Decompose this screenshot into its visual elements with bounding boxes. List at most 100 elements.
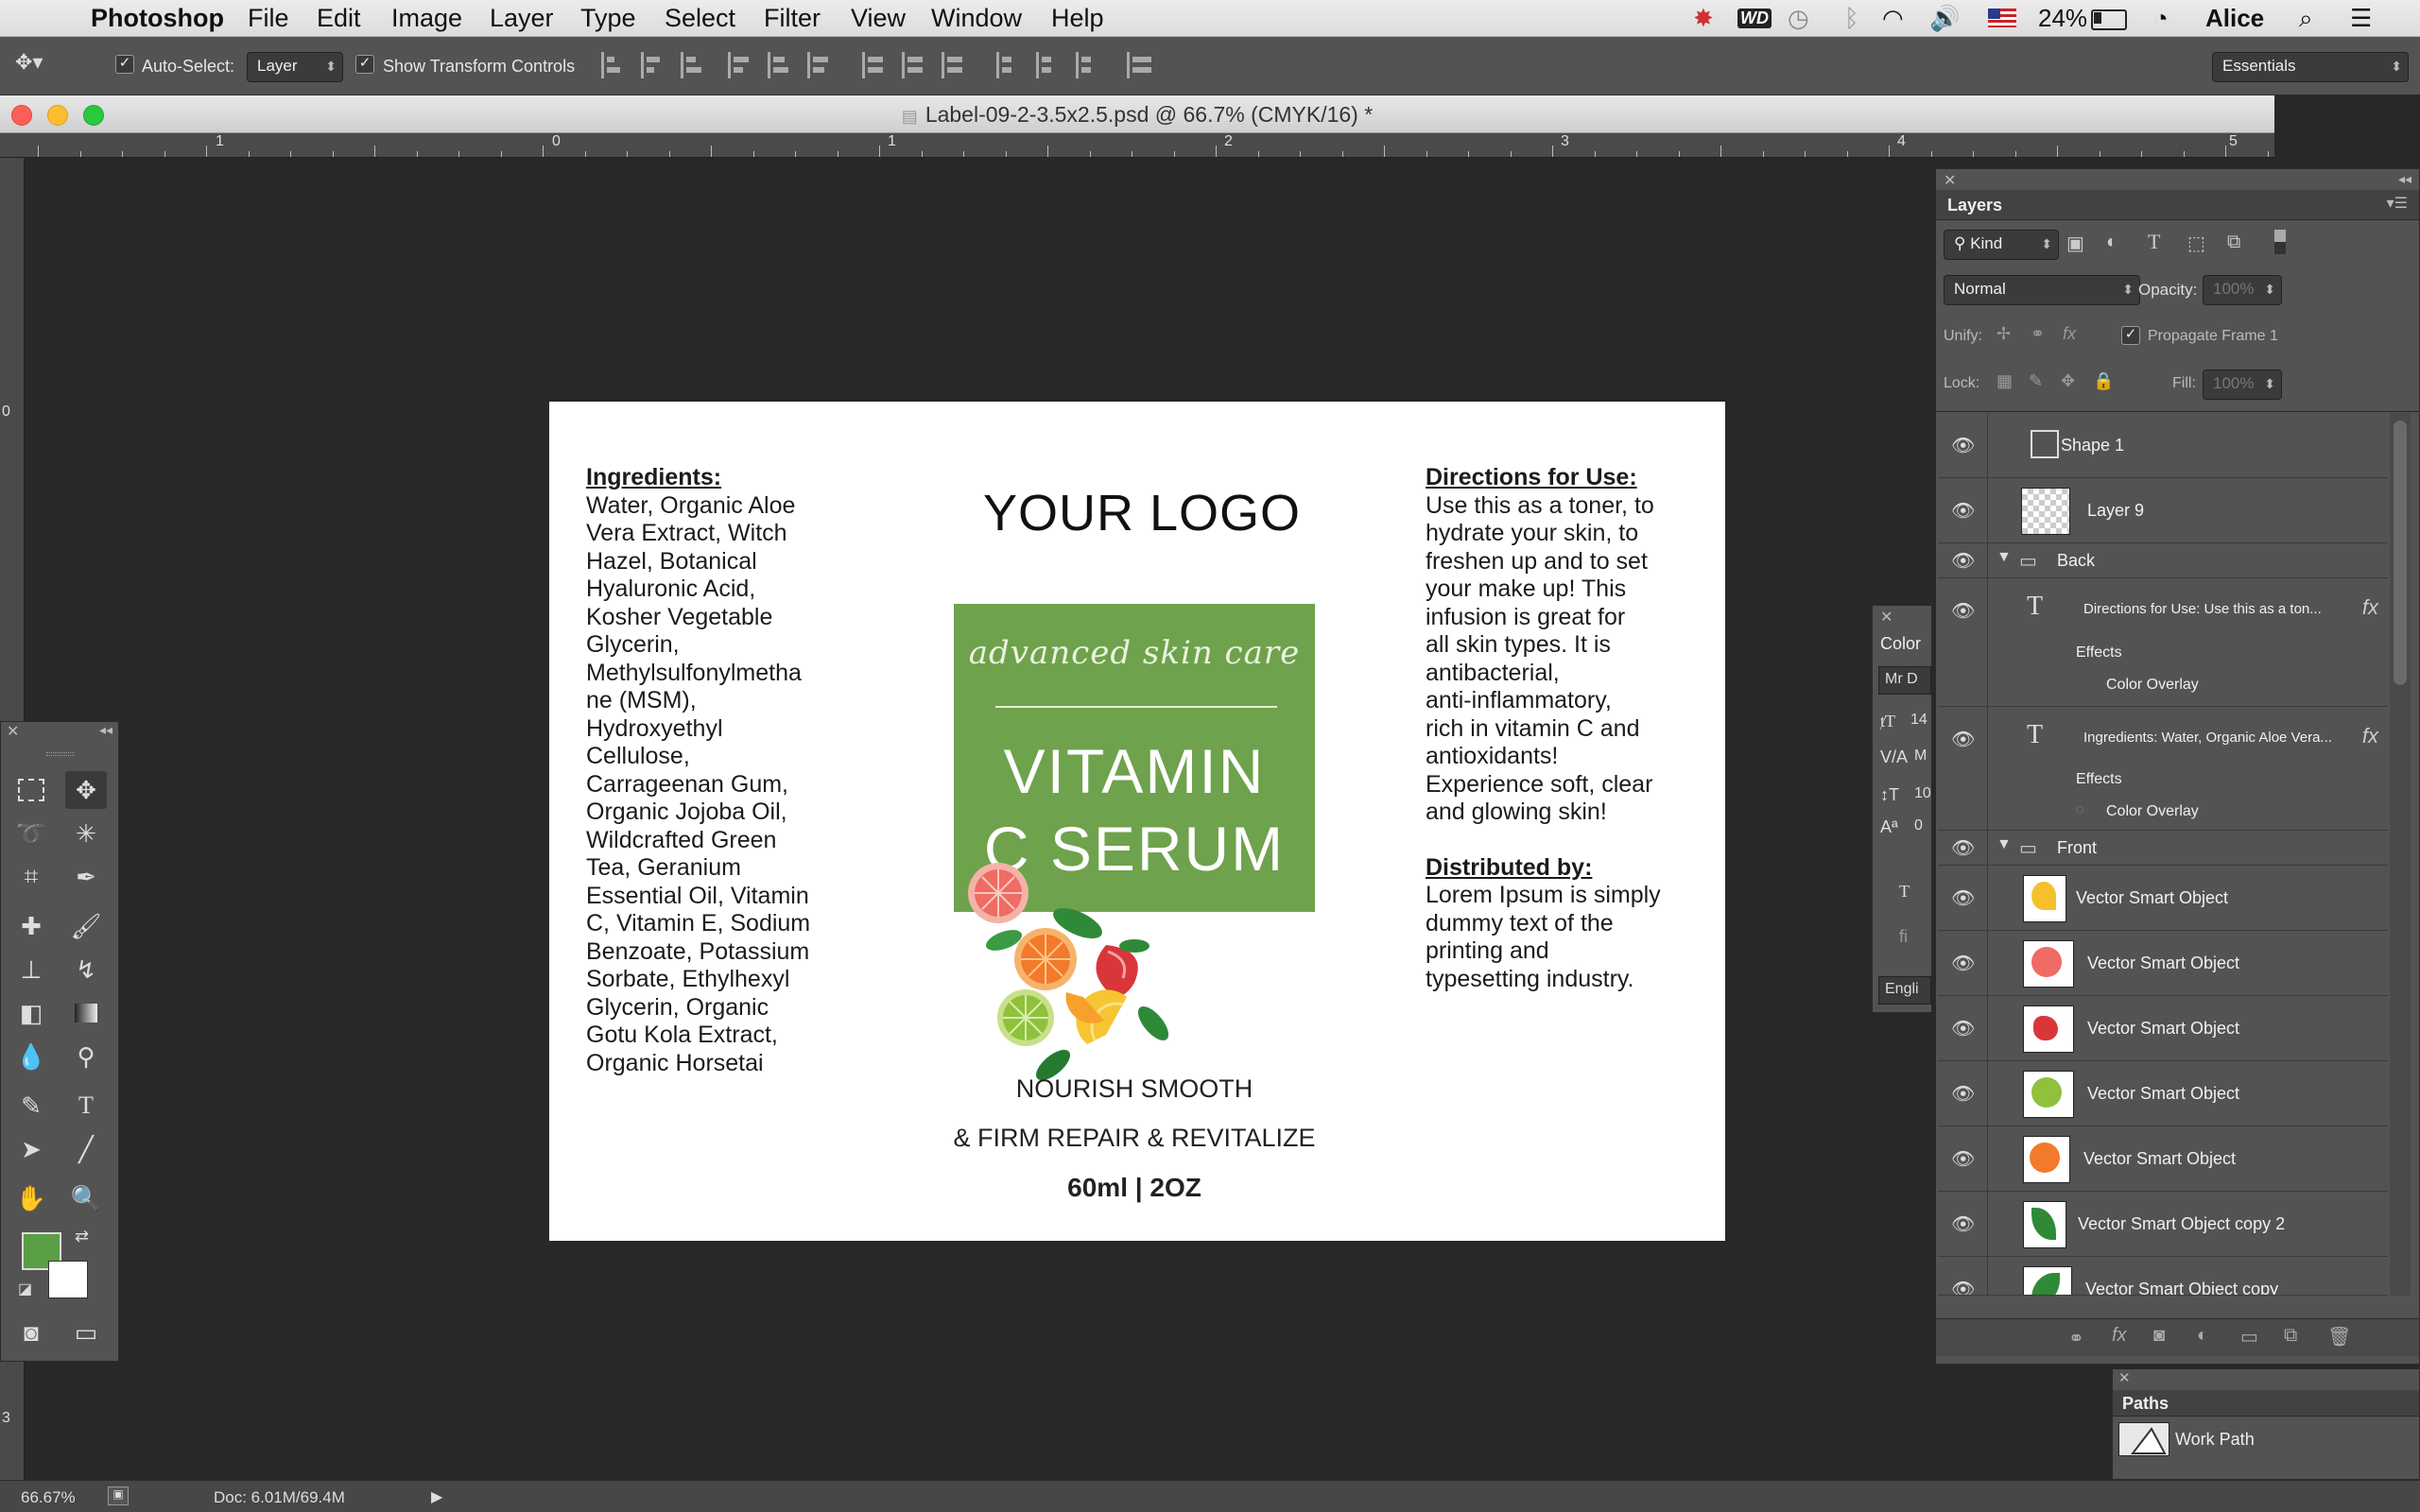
align-right-icon[interactable] <box>807 52 835 78</box>
distribute-right-icon[interactable] <box>1076 52 1103 78</box>
eraser-tool-icon[interactable]: ◧ <box>10 994 52 1032</box>
visibility-eye-icon[interactable]: 👁 <box>1951 1212 1975 1235</box>
menu-window[interactable]: Window <box>931 4 1022 33</box>
notification-center-icon[interactable]: ☰ <box>2350 4 2372 33</box>
layer-row-layer-9[interactable]: 👁 Layer 9 <box>1938 478 2388 543</box>
clock-icon[interactable]: ◔ <box>2153 4 2169 33</box>
filter-toggle-icon[interactable] <box>2274 230 2286 254</box>
propagate-frame-checkbox[interactable]: ✓ <box>2121 326 2140 345</box>
layer-filter-dropdown[interactable]: ⚲ Kind <box>1944 230 2059 260</box>
filter-smart-object-icon[interactable]: ⧉ <box>2227 232 2240 253</box>
paths-tab[interactable]: Paths <box>2122 1394 2169 1414</box>
effect-color-overlay[interactable]: Color Overlay <box>2106 677 2199 694</box>
marquee-tool-icon[interactable] <box>10 771 52 809</box>
layer-row-vector-smart-object-copy[interactable]: 👁 Vector Smart Object copy <box>1938 1257 2388 1296</box>
layer-row-vector-smart-object[interactable]: 👁 Vector Smart Object <box>1938 931 2388 996</box>
visibility-eye-icon[interactable]: 👁 <box>1951 1082 1975 1105</box>
transform-controls-checkbox[interactable]: ✓ <box>355 54 374 75</box>
visibility-eye-icon[interactable]: 👁 <box>1951 728 1975 750</box>
color-panel-tab[interactable]: Color <box>1880 634 1921 654</box>
path-row-work-path[interactable]: Work Path <box>2113 1418 2419 1460</box>
horizontal-ruler[interactable]: 1 0 1 2 3 4 5 <box>0 133 2274 158</box>
visibility-eye-icon[interactable]: 👁 <box>1951 499 1975 522</box>
visibility-eye-icon[interactable]: 👁 <box>1951 836 1975 859</box>
visibility-eye-icon[interactable]: 👁 <box>1951 599 1975 622</box>
ingredients-text[interactable]: Ingredients: Water, Organic Aloe Vera Ext… <box>586 464 810 1077</box>
minimize-window-button[interactable] <box>47 105 68 126</box>
layers-scrollbar[interactable] <box>2390 413 2411 1296</box>
directions-text[interactable]: Directions for Use: Use this as a toner,… <box>1426 464 1661 993</box>
distribute-left-icon[interactable] <box>996 52 1024 78</box>
layer-row-vector-smart-object-copy-2[interactable]: 👁 Vector Smart Object copy 2 <box>1938 1192 2388 1257</box>
ligature-icon[interactable]: fi <box>1899 927 1908 947</box>
crop-tool-icon[interactable]: ⌗ <box>10 858 52 896</box>
font-family-field[interactable]: Mr D <box>1878 666 1931 695</box>
path-selection-tool-icon[interactable]: ➤ <box>10 1130 52 1168</box>
blur-tool-icon[interactable]: 💧 <box>10 1038 52 1075</box>
visibility-eye-icon[interactable]: 👁 <box>1951 1278 1975 1295</box>
default-colors-icon[interactable]: ◪ <box>18 1280 32 1298</box>
menu-layer[interactable]: Layer <box>490 4 554 33</box>
distribute-top-icon[interactable] <box>862 52 890 78</box>
spotlight-search-icon[interactable]: ⌕ <box>2299 4 2313 34</box>
background-color-swatch[interactable] <box>48 1261 88 1298</box>
new-layer-icon[interactable]: ⧉ <box>2284 1325 2297 1347</box>
visibility-eye-icon[interactable]: 👁 <box>1951 886 1975 909</box>
menu-edit[interactable]: Edit <box>317 4 361 33</box>
menu-filter[interactable]: Filter <box>764 4 821 33</box>
layer-row-vector-smart-object[interactable]: 👁 Vector Smart Object <box>1938 996 2388 1061</box>
blend-mode-dropdown[interactable]: Normal <box>1944 275 2140 305</box>
lasso-tool-icon[interactable]: ➰ <box>10 815 52 852</box>
pen-tool-icon[interactable]: ✎ <box>10 1087 52 1125</box>
panel-grip[interactable] <box>46 752 75 756</box>
zoom-tool-icon[interactable]: 🔍 <box>65 1179 107 1217</box>
align-vcenter-icon[interactable] <box>641 52 668 78</box>
magic-wand-tool-icon[interactable]: ✳ <box>65 815 107 852</box>
layers-scrollbar-thumb[interactable] <box>2394 421 2407 685</box>
zoom-level[interactable]: 66.67% <box>21 1488 76 1507</box>
auto-select-checkbox[interactable]: ✓ <box>115 54 134 75</box>
swap-colors-icon[interactable]: ⇄ <box>75 1227 89 1246</box>
menu-type[interactable]: Type <box>580 4 636 33</box>
expand-triangle-icon[interactable]: ▼ <box>1996 836 2012 853</box>
type-tool-icon[interactable]: T <box>65 1087 107 1125</box>
layer-group-front[interactable]: 👁 ▼ ▭ Front <box>1938 831 2388 866</box>
align-bottom-icon[interactable] <box>681 52 708 78</box>
document-info-icon[interactable]: ▣ <box>108 1486 129 1505</box>
layer-row-directions-text[interactable]: 👁 T Directions for Use: Use this as a to… <box>1938 578 2388 707</box>
menu-image[interactable]: Image <box>391 4 462 33</box>
quick-mask-icon[interactable]: ◙ <box>10 1314 52 1351</box>
leading-value[interactable]: 10 <box>1914 785 1931 802</box>
unify-visibility-icon[interactable]: ⚭ <box>2031 324 2045 344</box>
layer-effects-icon[interactable]: fx <box>2362 595 2378 620</box>
new-group-icon[interactable]: ▭ <box>2240 1325 2258 1349</box>
menu-select[interactable]: Select <box>665 4 735 33</box>
wifi-icon[interactable]: ◠ <box>1882 4 1904 33</box>
opacity-field[interactable]: 100% <box>2203 275 2282 305</box>
align-hcenter-icon[interactable] <box>768 52 795 78</box>
collapse-layers-panel-icon[interactable]: ◂◂ <box>2398 171 2411 187</box>
line-tool-icon[interactable]: ╱ <box>65 1130 107 1168</box>
layer-row-vector-smart-object[interactable]: 👁 Vector Smart Object <box>1938 866 2388 931</box>
fill-field[interactable]: 100% <box>2203 369 2282 400</box>
expand-triangle-icon[interactable]: ▼ <box>1996 549 2012 566</box>
baseline-value[interactable]: 0 <box>1914 817 1923 834</box>
auto-select-dropdown[interactable]: Layer <box>247 52 343 82</box>
volume-icon[interactable]: 🔊 <box>1929 4 1960 33</box>
close-layers-panel-icon[interactable]: ✕ <box>1944 171 1956 190</box>
visibility-eye-icon[interactable]: 👁 <box>1951 952 1975 974</box>
visibility-eye-icon[interactable]: 👁 <box>1951 1147 1975 1170</box>
lock-image-icon[interactable]: ✎ <box>2029 371 2043 391</box>
hand-tool-icon[interactable]: ✋ <box>10 1179 52 1217</box>
menu-file[interactable]: File <box>248 4 289 33</box>
healing-brush-tool-icon[interactable]: ✚ <box>10 907 52 945</box>
logo-text[interactable]: YOUR LOGO <box>983 484 1301 542</box>
status-menu-arrow-icon[interactable]: ▶ <box>431 1487 442 1506</box>
collapse-panel-icon[interactable]: ◂◂ <box>99 722 112 738</box>
delete-layer-icon[interactable]: 🗑 <box>2327 1325 2351 1349</box>
menu-help[interactable]: Help <box>1051 4 1104 33</box>
visibility-eye-icon[interactable]: 👁 <box>1951 549 1975 572</box>
document-title-bar[interactable]: ▤ Label-09-2-3.5x2.5.psd @ 66.7% (CMYK/16… <box>0 95 2274 133</box>
user-name[interactable]: Alice <box>2205 4 2264 33</box>
add-mask-icon[interactable]: ◙ <box>2153 1325 2165 1347</box>
